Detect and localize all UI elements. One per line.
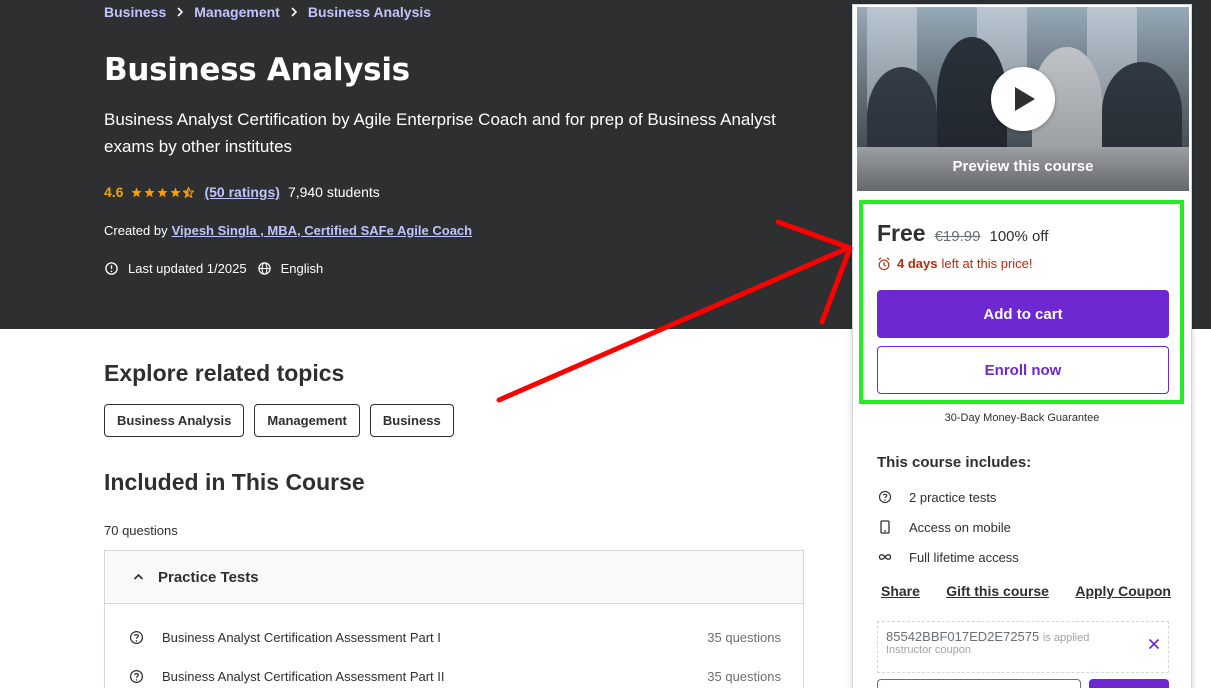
lesson-question-count: 35 questions [707, 630, 781, 645]
included-title: Included in This Course [104, 469, 365, 495]
close-icon[interactable] [1148, 638, 1160, 650]
coupon-apply-button[interactable] [1089, 679, 1169, 688]
breadcrumb-management[interactable]: Management [194, 4, 280, 20]
meta-row: Last updated 1/2025 English [104, 261, 333, 276]
coupon-type: Instructor coupon [886, 644, 971, 656]
includes-label: Access on mobile [909, 519, 1011, 535]
includes-label: 2 practice tests [909, 489, 997, 505]
list-item[interactable]: Business Analyst Certification Assessmen… [129, 669, 781, 684]
star-half-icon [183, 186, 195, 198]
star-icon [170, 187, 182, 197]
includes-label: Full lifetime access [909, 549, 1019, 565]
created-by-label: Created by [104, 223, 168, 238]
apply-coupon-link[interactable]: Apply Coupon [1075, 583, 1171, 599]
star-icon [144, 187, 156, 197]
question-icon [877, 489, 893, 505]
rating-stars [131, 186, 196, 198]
created-by-row: Created by Vipesh Singla , MBA, Certifie… [104, 223, 472, 238]
related-topics-list: Business Analysis Management Business [104, 404, 464, 437]
course-preview-video[interactable]: Preview this course [857, 7, 1189, 191]
includes-item: Access on mobile [877, 519, 1011, 535]
ratings-count-link[interactable]: (50 ratings) [204, 184, 279, 200]
rating-row: 4.6 (50 ratings) 7,940 students [104, 184, 380, 200]
practice-tests-accordion-header[interactable]: Practice Tests [104, 550, 804, 604]
play-icon [1015, 87, 1035, 111]
lesson-name: Business Analyst Certification Assessmen… [162, 630, 441, 645]
applied-coupon: 85542BBF017ED2E72575 is applied Instruct… [877, 621, 1169, 673]
topic-chip[interactable]: Management [254, 404, 360, 437]
author-link[interactable]: Vipesh Singla , MBA, Certified SAFe Agil… [172, 223, 473, 238]
includes-title: This course includes: [877, 454, 1032, 471]
money-back-guarantee: 30-Day Money-Back Guarantee [944, 412, 1100, 424]
students-count: 7,940 students [287, 184, 380, 200]
chevron-right-icon [290, 4, 298, 20]
coupon-applied-text: is applied [1042, 632, 1090, 644]
alert-clock-icon [105, 262, 118, 275]
list-item[interactable]: Business Analyst Certification Assessmen… [129, 630, 781, 645]
question-icon [129, 630, 144, 645]
lesson-name: Business Analyst Certification Assessmen… [162, 669, 445, 684]
lesson-question-count: 35 questions [707, 669, 781, 684]
last-updated: Last updated 1/2025 [128, 261, 247, 276]
star-icon [157, 187, 169, 197]
chevron-right-icon [176, 4, 184, 20]
chevron-up-icon [133, 573, 144, 580]
includes-item: Full lifetime access [877, 549, 1019, 565]
breadcrumb-business[interactable]: Business [104, 4, 166, 20]
play-button[interactable] [991, 67, 1055, 131]
mobile-icon [877, 519, 893, 535]
infinity-icon [877, 549, 893, 565]
topic-chip[interactable]: Business [369, 404, 454, 437]
course-title: Business Analysis [104, 52, 410, 88]
purchase-card: Preview this course Free €19.99 100% off… [852, 4, 1192, 688]
course-language: English [280, 261, 324, 276]
globe-icon [257, 262, 271, 275]
card-links: Share Gift this course Apply Coupon [881, 583, 1171, 599]
preview-label: Preview this course [952, 158, 1094, 175]
practice-tests-list: Business Analyst Certification Assessmen… [104, 603, 804, 688]
rating-value: 4.6 [104, 184, 124, 200]
gift-course-link[interactable]: Gift this course [946, 583, 1049, 599]
question-count: 70 questions [104, 523, 178, 538]
annotation-highlight-box [859, 200, 1184, 404]
coupon-code: 85542BBF017ED2E72575 [886, 629, 1040, 644]
coupon-input[interactable] [877, 679, 1081, 688]
star-icon [131, 187, 143, 197]
share-link[interactable]: Share [881, 583, 920, 599]
breadcrumb: Business Management Business Analysis [104, 4, 431, 20]
course-page: Business Management Business Analysis Bu… [0, 0, 1211, 688]
related-topics-title: Explore related topics [104, 360, 345, 386]
question-icon [129, 669, 144, 684]
includes-item: 2 practice tests [877, 489, 996, 505]
breadcrumb-business-analysis[interactable]: Business Analysis [308, 4, 431, 20]
topic-chip[interactable]: Business Analysis [104, 404, 245, 437]
course-subtitle: Business Analyst Certification by Agile … [104, 110, 776, 156]
accordion-label: Practice Tests [158, 568, 259, 586]
